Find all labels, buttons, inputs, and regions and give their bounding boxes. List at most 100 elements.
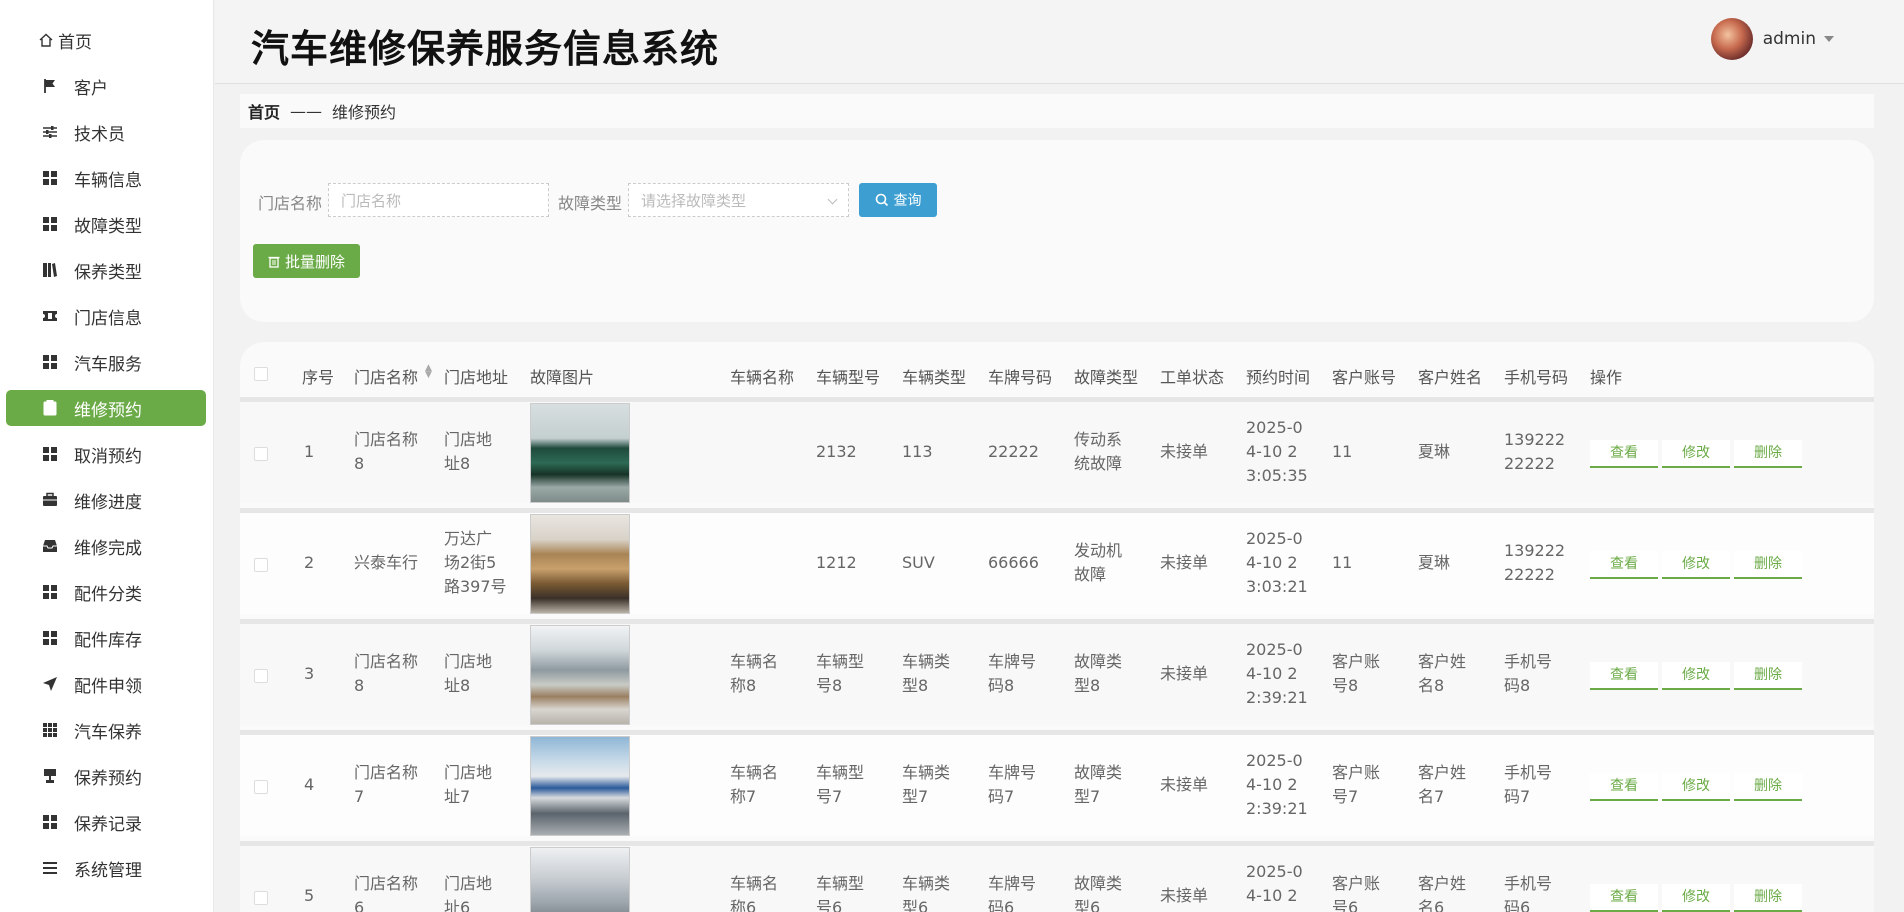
sidebar-item-label: 维修进度	[74, 492, 142, 513]
delete-button[interactable]: 删除	[1734, 773, 1802, 801]
cell-account: 客户账 号7	[1332, 761, 1380, 809]
sidebar-item-8[interactable]: 维修预约	[6, 390, 206, 426]
sidebar-item-7[interactable]: 汽车服务	[6, 344, 206, 380]
cell-line: 车牌号	[988, 874, 1037, 893]
row-checkbox[interactable]	[254, 891, 268, 905]
sidebar-item-3[interactable]: 车辆信息	[6, 160, 206, 196]
row-checkbox[interactable]	[254, 669, 268, 683]
store-name-input[interactable]: 门店名称	[328, 183, 549, 217]
edit-button[interactable]: 修改	[1662, 884, 1730, 912]
row-checkbox[interactable]	[254, 780, 268, 794]
cell-store-name: 门店名称 6	[354, 872, 418, 912]
breadcrumb-home[interactable]: 首页	[248, 99, 280, 123]
cell-status: 未接单	[1160, 773, 1208, 797]
sidebar-item-2[interactable]: 技术员	[6, 114, 206, 150]
column-header: 操作	[1590, 368, 1623, 387]
sidebar-item-11[interactable]: 维修完成	[6, 528, 206, 564]
cell-no: 2	[304, 551, 314, 575]
cell-store-addr: 门店地 址8	[444, 650, 492, 698]
view-button[interactable]: 查看	[1590, 551, 1658, 579]
sidebar-item-6[interactable]: 门店信息	[6, 298, 206, 334]
column-header[interactable]: 门店名称	[354, 364, 418, 388]
column-header: 故障图片	[530, 368, 595, 387]
cell-line: 统故障	[1074, 454, 1123, 473]
cell-line: 4-10 2	[1246, 775, 1298, 794]
column-header: 车辆型号	[816, 368, 881, 387]
sidebar-item-9[interactable]: 取消预约	[6, 436, 206, 472]
sidebar-item-17[interactable]: 保养记录	[6, 804, 206, 840]
caret-down-icon[interactable]	[1824, 36, 1834, 42]
cell-line: 车辆型	[816, 652, 865, 671]
batch-delete-button[interactable]: 批量删除	[253, 244, 360, 278]
cell-line: 车辆类	[902, 652, 951, 671]
delete-button[interactable]: 删除	[1734, 551, 1802, 579]
fault-type-select[interactable]: 请选择故障类型	[628, 183, 849, 217]
sidebar-item-4[interactable]: 故障类型	[6, 206, 206, 242]
select-all-checkbox[interactable]	[254, 367, 268, 381]
row-checkbox[interactable]	[254, 558, 268, 572]
sidebar-item-label: 汽车保养	[74, 722, 142, 743]
edit-button[interactable]: 修改	[1662, 662, 1730, 690]
cell-line: 址7	[444, 787, 471, 806]
view-button[interactable]: 查看	[1590, 884, 1658, 912]
store-name-label: 门店名称	[258, 194, 323, 213]
sidebar-item-label: 门店信息	[74, 308, 142, 329]
cell-status: 未接单	[1160, 440, 1208, 464]
cell-line: 2025-0	[1246, 751, 1303, 770]
view-button[interactable]: 查看	[1590, 662, 1658, 690]
sidebar-item-label: 配件分类	[74, 584, 142, 605]
sidebar-item-16[interactable]: 保养预约	[6, 758, 206, 794]
query-button[interactable]: 查询	[859, 183, 937, 217]
filter-panel: 门店名称 门店名称 故障类型 请选择故障类型 查询 批量删除	[240, 140, 1874, 322]
sidebar-item-12[interactable]: 配件分类	[6, 574, 206, 610]
delete-button[interactable]: 删除	[1734, 662, 1802, 690]
sidebar-item-5[interactable]: 保养类型	[6, 252, 206, 288]
cell-line: 139222	[1504, 541, 1566, 560]
delete-button[interactable]: 删除	[1734, 884, 1802, 912]
cell-line: 7	[354, 787, 365, 806]
breadcrumb-current: 维修预约	[332, 103, 397, 122]
grid9-icon	[42, 722, 58, 738]
username[interactable]: admin	[1763, 29, 1816, 49]
column-header: 车辆名称	[730, 368, 795, 387]
cell-line: 门店名称	[354, 430, 419, 449]
green-car-photo	[530, 403, 630, 503]
grid-icon	[42, 446, 58, 462]
cell-line: 码8	[988, 676, 1015, 695]
sidebar-item-0[interactable]: 首页	[6, 22, 206, 58]
cell-line: 号8	[1332, 676, 1359, 695]
cell-line: 车辆型	[816, 874, 865, 893]
delete-button[interactable]: 删除	[1734, 440, 1802, 468]
sidebar-item-label: 保养类型	[74, 262, 142, 283]
cell-plate: 车牌号 码6	[988, 872, 1036, 912]
cell-line: 型6	[902, 898, 929, 912]
avatar[interactable]	[1710, 18, 1753, 60]
cell-line: 称6	[730, 898, 757, 912]
user-menu[interactable]: admin	[1710, 18, 1834, 60]
store-name-placeholder: 门店名称	[341, 192, 402, 210]
cell-fault: 故障类 型6	[1074, 872, 1122, 912]
sidebar-item-18[interactable]: 系统管理	[6, 850, 206, 886]
view-button[interactable]: 查看	[1590, 773, 1658, 801]
cell-time: 2025-0 4-10 2 3:05:35	[1246, 416, 1308, 488]
sidebar-item-10[interactable]: 维修进度	[6, 482, 206, 518]
sidebar-item-1[interactable]: 客户	[6, 68, 206, 104]
cell-line: 故障类	[1074, 763, 1123, 782]
cell-store-addr: 门店地 址7	[444, 761, 492, 809]
sort-icon[interactable]: ▲ ▼	[425, 364, 432, 380]
row-checkbox[interactable]	[254, 447, 268, 461]
cell-plate: 22222	[988, 440, 1039, 464]
cell-line: 2	[304, 553, 315, 572]
table-row: 5 门店名称 6 门店地 址6 车辆名 称6 车辆型 号6 车辆类 型6 车牌号 码6 故障类 型6 未接单 2…	[240, 841, 1874, 912]
sidebar-item-15[interactable]: 汽车保养	[6, 712, 206, 748]
view-button[interactable]: 查看	[1590, 440, 1658, 468]
edit-button[interactable]: 修改	[1662, 440, 1730, 468]
sidebar-item-13[interactable]: 配件库存	[6, 620, 206, 656]
cell-line: 型8	[902, 676, 929, 695]
sidebar-item-label: 客户	[74, 78, 108, 99]
edit-button[interactable]: 修改	[1662, 551, 1730, 579]
sidebar-item-14[interactable]: 配件申领	[6, 666, 206, 702]
cell-line: 未接单	[1160, 886, 1209, 905]
edit-button[interactable]: 修改	[1662, 773, 1730, 801]
cell-line: 2132	[816, 442, 857, 461]
